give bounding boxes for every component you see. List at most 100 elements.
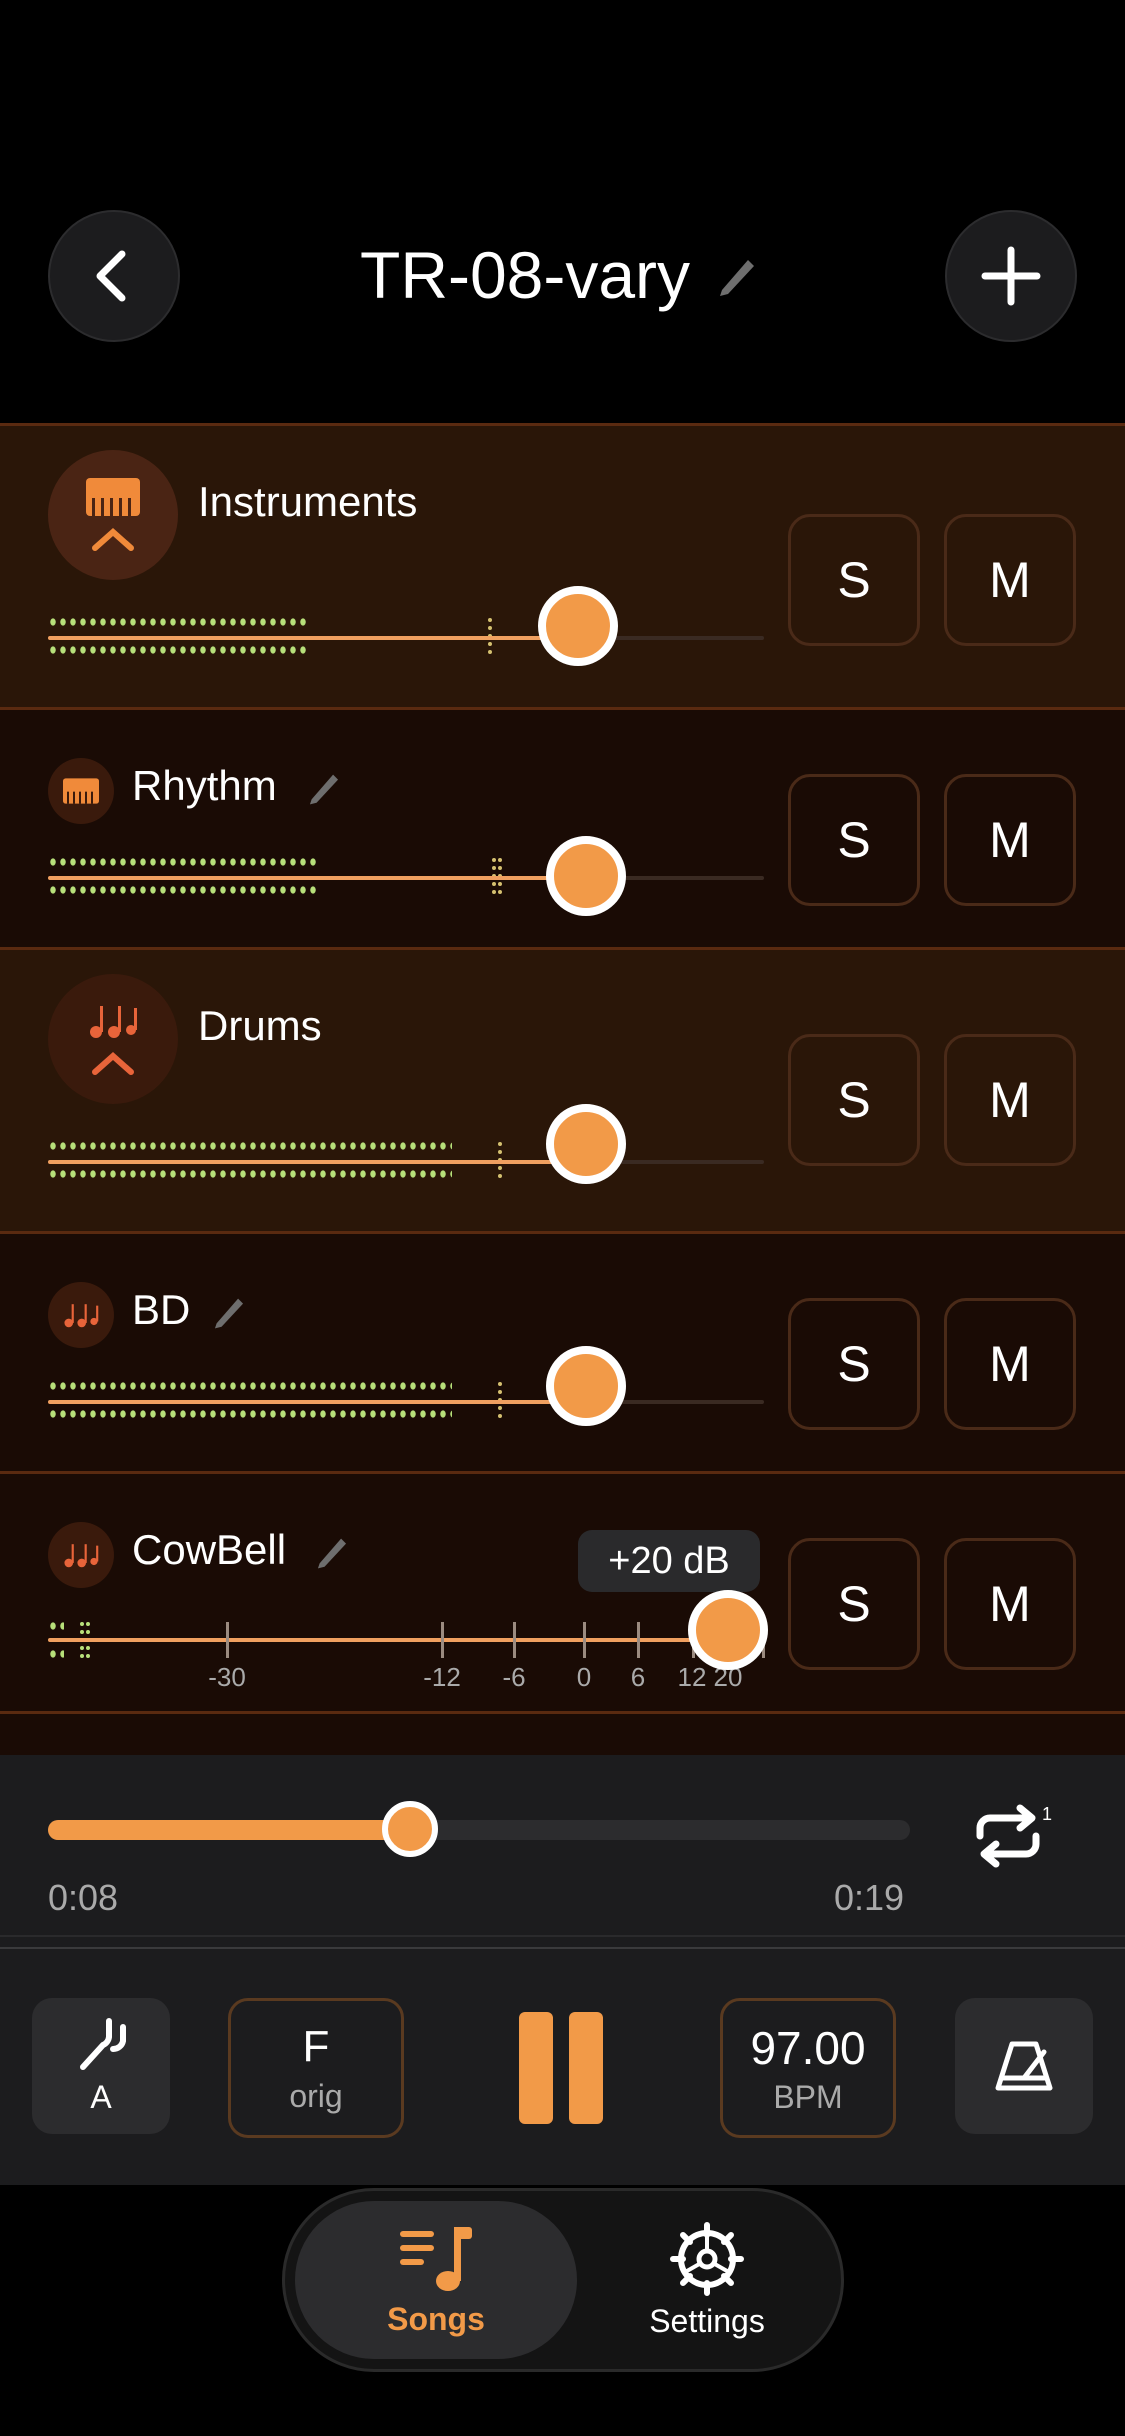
track-bd: BD S M [0, 1231, 1125, 1471]
chevron-up-icon [92, 527, 134, 551]
elapsed-time: 0:08 [48, 1877, 119, 1918]
scale-label: 0 [576, 1662, 592, 1692]
key-button[interactable]: F orig [228, 1998, 404, 2138]
scale-label: -30 [208, 1662, 246, 1692]
solo-button[interactable]: S [788, 1538, 920, 1670]
music-list-icon [400, 2226, 472, 2291]
volume-slider-knob[interactable] [546, 1346, 626, 1426]
pencil-icon[interactable] [210, 1292, 248, 1330]
tab-bar: Songs Settings [282, 2188, 844, 2372]
scale-label: 6 [630, 1662, 646, 1692]
track-name: BD [132, 1286, 191, 1333]
track-rhythm: Rhythm S M [0, 707, 1125, 947]
tuning-fork-icon [80, 2017, 126, 2070]
play-pause-button[interactable] [517, 2010, 605, 2126]
tempo-label: BPM [773, 2078, 843, 2115]
volume-slider-knob[interactable] [546, 836, 626, 916]
mute-button[interactable]: M [944, 774, 1076, 906]
tab-label: Songs [387, 2300, 485, 2337]
total-time: 0:19 [834, 1877, 905, 1918]
level-meter-right [48, 886, 320, 894]
player-panel: 0:08 0:19 1 A F orig 97.00 BPM [0, 1755, 1125, 2185]
tuner-label: A [90, 2078, 112, 2115]
add-track-button[interactable] [945, 210, 1077, 342]
track-cowbell: CowBell -30 -12 -6 0 6 12 20 +20 dB S M [0, 1471, 1125, 1711]
pencil-icon[interactable] [313, 1532, 351, 1570]
level-meter-left [48, 1622, 64, 1630]
scale-tick [583, 1622, 586, 1658]
track-group-toggle[interactable] [48, 974, 178, 1104]
key-label: orig [289, 2077, 343, 2114]
tab-label: Settings [649, 2302, 765, 2339]
mute-button[interactable]: M [944, 1034, 1076, 1166]
volume-fill [48, 876, 586, 880]
track-name: Drums [198, 1002, 322, 1049]
track-group-toggle[interactable] [48, 450, 178, 580]
volume-slider-knob[interactable] [546, 1104, 626, 1184]
volume-fill [48, 1400, 586, 1404]
divider [0, 1935, 1125, 1937]
tab-settings[interactable]: Settings [577, 2201, 837, 2359]
solo-button[interactable]: S [788, 514, 920, 646]
volume-fill [48, 636, 578, 640]
volume-tooltip: +20 dB [578, 1530, 760, 1592]
back-button[interactable] [48, 210, 180, 342]
tuner-button[interactable]: A [32, 1998, 170, 2134]
tab-songs[interactable]: Songs [295, 2201, 577, 2359]
song-title-text: TR-08-vary [360, 238, 691, 312]
music-notes-icon [64, 1544, 99, 1568]
progress-knob[interactable] [382, 1801, 438, 1857]
metronome-button[interactable] [955, 1998, 1093, 2134]
piano-icon [63, 778, 99, 804]
solo-button[interactable]: S [788, 1034, 920, 1166]
track-name: Instruments [198, 478, 418, 525]
mute-button[interactable]: M [944, 1538, 1076, 1670]
pause-icon [519, 2012, 603, 2124]
volume-fill [48, 1638, 730, 1642]
svg-text:1: 1 [1042, 1804, 1052, 1824]
track-instruments: Instruments S M [0, 423, 1125, 707]
scale-tick [226, 1622, 229, 1658]
divider [0, 1947, 1125, 1949]
scale-label: -6 [502, 1662, 526, 1692]
scale-tick [441, 1622, 444, 1658]
level-meter-left [48, 858, 320, 866]
level-meter-left [48, 618, 310, 626]
tempo-value: 97.00 [750, 2021, 866, 2074]
pencil-icon[interactable] [305, 768, 343, 806]
level-meter-right [48, 1410, 452, 1418]
mute-button[interactable]: M [944, 514, 1076, 646]
solo-button[interactable]: S [788, 774, 920, 906]
piano-icon [86, 478, 140, 516]
mute-button[interactable]: M [944, 1298, 1076, 1430]
track-name: Rhythm [132, 762, 277, 809]
level-meter-right [48, 1650, 64, 1658]
volume-slider-knob[interactable] [688, 1590, 768, 1670]
repeat-button[interactable]: 1 [960, 1800, 1056, 1872]
repeat-one-icon: 1 [976, 1804, 1052, 1868]
music-notes-icon [64, 1304, 99, 1328]
song-title[interactable]: TR-08-vary [360, 235, 760, 315]
progress-fill [48, 1820, 410, 1840]
tempo-button[interactable]: 97.00 BPM [720, 1998, 896, 2138]
chevron-left-icon [96, 250, 126, 302]
level-meter-left [48, 1142, 452, 1150]
scale-tick [637, 1622, 640, 1658]
track-drums: Drums S M [0, 947, 1125, 1231]
level-meter-left [48, 1382, 452, 1390]
plus-icon [981, 246, 1041, 306]
level-meter-right [48, 1170, 452, 1178]
level-meter-right [48, 646, 310, 654]
music-notes-icon [90, 1006, 137, 1038]
metronome-icon [995, 2041, 1053, 2091]
track-partial [0, 1711, 1125, 1759]
progress-track[interactable] [48, 1820, 910, 1840]
solo-button[interactable]: S [788, 1298, 920, 1430]
scale-tick [513, 1622, 516, 1658]
track-name: CowBell [132, 1526, 287, 1573]
key-value: F [302, 2021, 330, 2071]
chevron-up-icon [92, 1051, 134, 1075]
scale-label: -12 [423, 1662, 461, 1692]
volume-slider-knob[interactable] [538, 586, 618, 666]
pencil-icon[interactable] [714, 252, 760, 298]
